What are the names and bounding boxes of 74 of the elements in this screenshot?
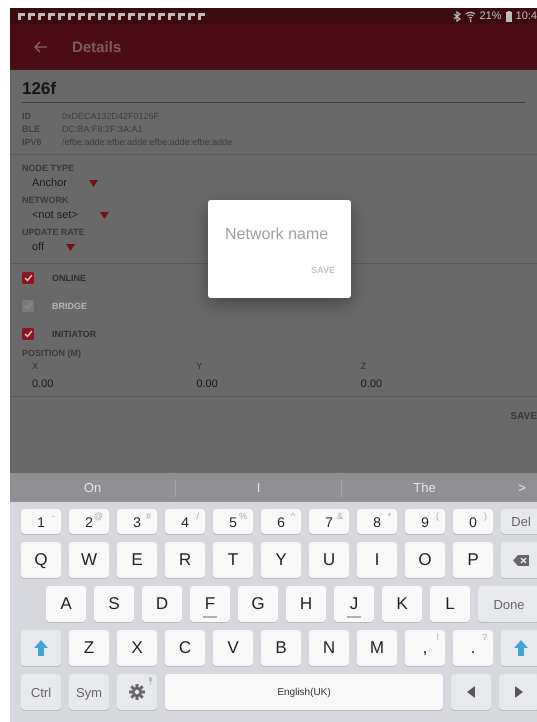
cursor-right-key[interactable]	[499, 674, 537, 710]
battery-level: 21%	[480, 10, 502, 22]
settings-icon	[129, 684, 145, 700]
keyboard-key[interactable]: U	[309, 542, 349, 578]
keyboard-key[interactable]: R	[165, 542, 205, 578]
keyboard-key[interactable]: L	[430, 586, 470, 622]
keyboard-key[interactable]: , $^{!}$	[405, 630, 445, 666]
screen-title: Details	[72, 38, 122, 56]
node-name: 126f	[22, 70, 525, 103]
checkbox-label: ONLINE	[52, 273, 86, 283]
keyboard-key[interactable]: Z	[69, 630, 109, 666]
checkbox[interactable]	[22, 272, 34, 284]
keyboard-key[interactable]: B	[261, 630, 301, 666]
bluetooth-icon	[452, 10, 461, 22]
keyboard-key[interactable]: 9 $^{(}$	[405, 509, 445, 534]
dropdown-triangle-icon	[88, 180, 98, 186]
battery-icon	[506, 10, 512, 22]
clock-time: 10:4	[516, 10, 537, 22]
keyboard-key[interactable]: Y	[261, 542, 301, 578]
keyboard-key[interactable]: 6 $^{^}$	[261, 509, 301, 534]
checkbox-label: BRIDGE	[52, 301, 88, 311]
keyboard-key[interactable]: F	[190, 586, 230, 622]
keyboard-key[interactable]: H	[286, 586, 326, 622]
backspace-key[interactable]	[501, 542, 537, 578]
microphone-icon	[148, 677, 153, 685]
keyboard-key[interactable]: Q	[21, 542, 61, 578]
keyboard-key[interactable]: G	[238, 586, 278, 622]
keyboard-key[interactable]: O	[405, 542, 445, 578]
keyboard-key[interactable]: Ctrl	[21, 674, 61, 710]
keyboard-key[interactable]: C	[165, 630, 205, 666]
keyboard-key[interactable]: S	[94, 586, 134, 622]
keyboard-key[interactable]: 8 $^{*}$	[357, 509, 397, 534]
backspace-icon	[513, 554, 529, 566]
keyboard-key[interactable]: 2$^{@}$	[69, 509, 109, 534]
right-triangle-icon	[515, 686, 523, 698]
keyboard-key[interactable]: 7 $^{&}$	[309, 509, 349, 534]
up-arrow-icon	[514, 640, 528, 656]
keyboard-key[interactable]: 5$^{%}$	[213, 509, 253, 534]
keyboard-key[interactable]: D	[142, 586, 182, 622]
done-key[interactable]: Done	[478, 586, 537, 622]
field-label: Z	[360, 361, 366, 371]
field-label: Y	[196, 361, 202, 371]
keyboard-key[interactable]: A	[46, 586, 86, 622]
keyboard-key[interactable]: I	[357, 542, 397, 578]
back-button[interactable]	[34, 41, 48, 53]
cursor-left-key[interactable]	[451, 674, 491, 710]
wifi-icon	[464, 10, 476, 22]
keyboard-key[interactable]: . $^{?}$	[453, 630, 493, 666]
keyboard-key[interactable]: M	[357, 630, 397, 666]
space-key[interactable]: English(UK)	[165, 674, 443, 710]
checkbox-label: INITIATOR	[52, 329, 96, 339]
keyboard-key[interactable]: 0 $^{)}$	[453, 509, 493, 534]
keyboard-key[interactable]: 4 $^{/}$	[165, 509, 205, 534]
keyboard-key[interactable]: Del	[501, 509, 537, 534]
keyboard-key[interactable]: K	[382, 586, 422, 622]
dropdown-triangle-icon	[100, 212, 109, 218]
up-arrow-icon	[34, 640, 48, 656]
settings-key[interactable]	[117, 674, 157, 710]
left-triangle-icon	[467, 686, 475, 698]
dropdown-triangle-icon	[66, 244, 76, 250]
keyboard-key[interactable]: J	[334, 586, 374, 622]
keyboard-key[interactable]: W	[69, 542, 109, 578]
keyboard-key[interactable]: Sym	[69, 674, 109, 710]
keyboard-key[interactable]: P	[453, 542, 493, 578]
keyboard-key[interactable]: 3 $^{#}$	[117, 509, 157, 534]
keyboard-key[interactable]: T	[213, 542, 253, 578]
keyboard-key[interactable]: N	[309, 630, 349, 666]
checkbox[interactable]	[22, 328, 34, 340]
keyboard-key[interactable]: 1 $^{-}$	[21, 509, 61, 534]
keyboard-key[interactable]: V	[213, 630, 253, 666]
back-arrow-icon	[34, 41, 48, 53]
keyboard-key[interactable]: X	[117, 630, 157, 666]
keyboard-key[interactable]: E	[117, 542, 157, 578]
field-label: X	[32, 361, 38, 371]
